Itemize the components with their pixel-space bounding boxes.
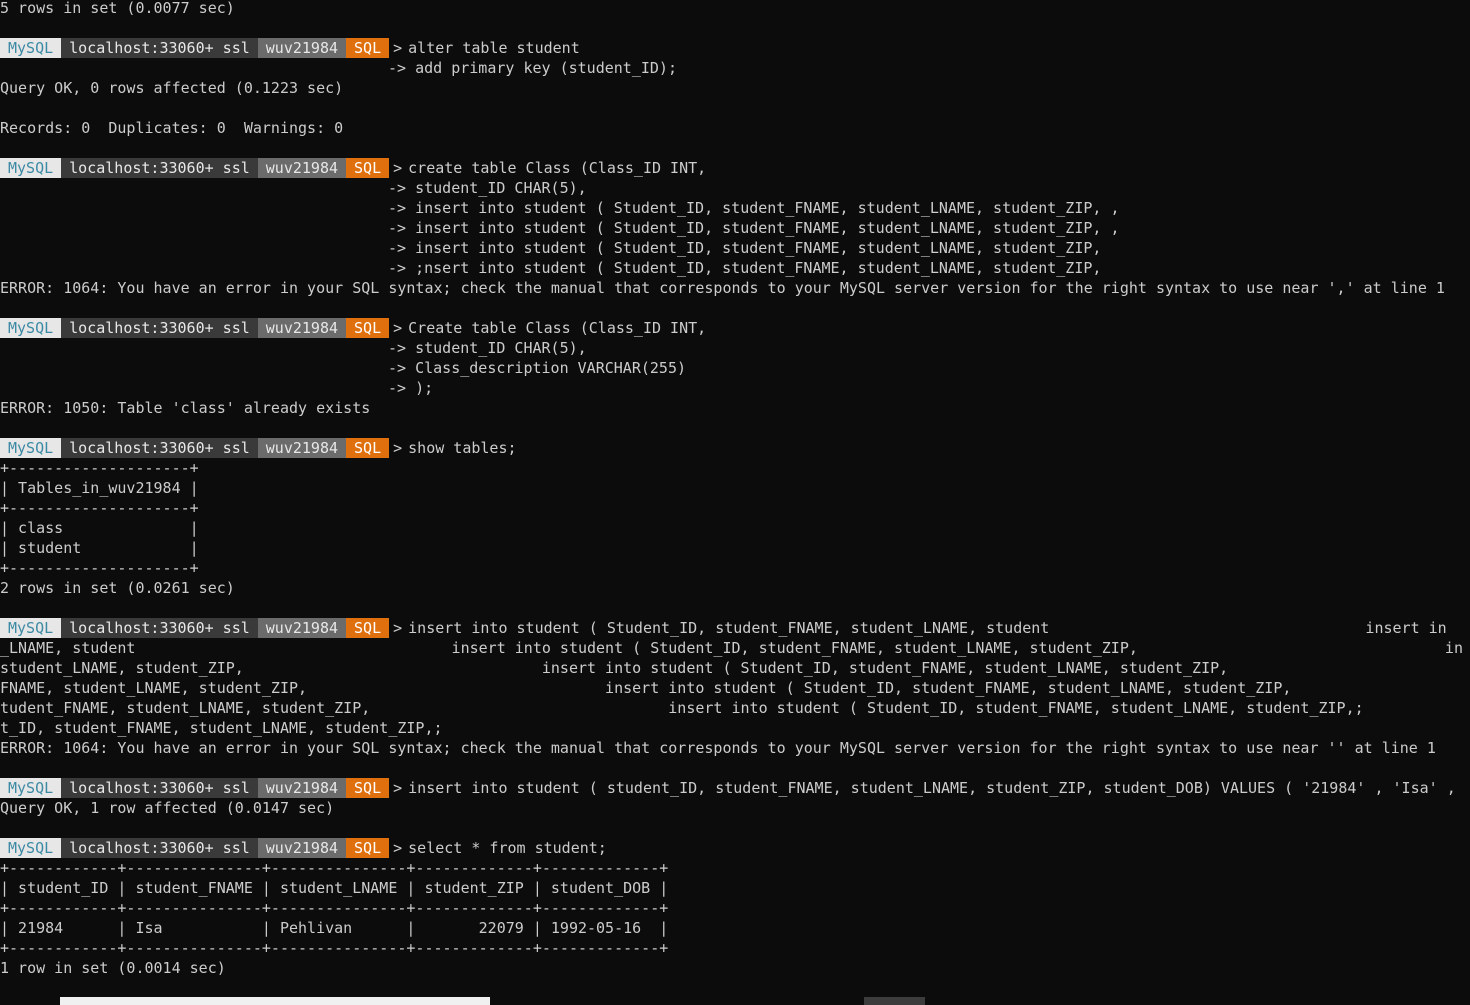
output-line: 2 rows in set (0.0261 sec) [0, 579, 235, 597]
prompt-line: MySQL localhost:33060+ ssl wuv21984 SQL > alt… [0, 38, 580, 58]
prompt-schema-segment: wuv21984 [257, 318, 347, 338]
output-line: FNAME, student_LNAME, student_ZIP, inser… [0, 679, 1292, 697]
prompt-mysql-segment: MySQL [0, 618, 62, 638]
prompt-mode-segment: SQL [346, 778, 390, 798]
prompt-line: MySQL localhost:33060+ ssl wuv21984 SQL > ins… [0, 778, 1456, 798]
continuation-text: -> Class_description VARCHAR(255) [388, 359, 687, 377]
prompt-arrow: > [393, 779, 403, 797]
prompt-schema-segment: wuv21984 [257, 618, 347, 638]
output-line: +------------+---------------+----------… [0, 899, 669, 917]
output-line: +------------+---------------+----------… [0, 859, 669, 877]
prompt-mysql-segment: MySQL [0, 158, 62, 178]
continuation-text: -> insert into student ( Student_ID, stu… [388, 199, 1120, 217]
prompt-line: MySQL localhost:33060+ ssl wuv21984 SQL > Cre… [0, 318, 706, 338]
output-line: +--------------------+ [0, 499, 199, 517]
prompt-line: MySQL localhost:33060+ ssl wuv21984 SQL > sho… [0, 438, 517, 458]
continuation-text: -> add primary key (student_ID); [388, 59, 677, 77]
output-line: 1 row in set (0.0014 sec) [0, 959, 226, 977]
continuation-text: -> ;nsert into student ( Student_ID, stu… [388, 259, 1102, 277]
output-line: | Tables_in_wuv21984 | [0, 479, 199, 497]
prompt-host-segment: localhost:33060+ ssl [61, 438, 258, 458]
prompt-mysql-segment: MySQL [0, 318, 62, 338]
output-line: | class | [0, 519, 199, 537]
prompt-schema-segment: wuv21984 [257, 778, 347, 798]
command-text: create table Class (Class_ID INT, [408, 159, 707, 177]
output-line: ERROR: 1064: You have an error in your S… [0, 279, 1445, 297]
prompt-schema-segment: wuv21984 [257, 158, 347, 178]
output-line: Records: 0 Duplicates: 0 Warnings: 0 [0, 119, 344, 137]
prompt-schema-segment: wuv21984 [257, 38, 347, 58]
prompt-mysql-segment: MySQL [0, 778, 62, 798]
continuation-text: -> ); [388, 379, 434, 397]
prompt-mysql-segment: MySQL [0, 838, 62, 858]
continuation-text: -> student_ID CHAR(5), [388, 339, 587, 357]
prompt-host-segment: localhost:33060+ ssl [61, 158, 258, 178]
continuation-text: -> insert into student ( Student_ID, stu… [388, 219, 1120, 237]
command-text: Create table Class (Class_ID INT, [408, 319, 707, 337]
output-line: ERROR: 1050: Table 'class' already exist… [0, 399, 371, 417]
continuation-text: -> insert into student ( Student_ID, stu… [388, 239, 1102, 257]
horizontal-scrollbar-track[interactable] [60, 997, 490, 1005]
prompt-schema-segment: wuv21984 [257, 438, 347, 458]
prompt-mode-segment: SQL [346, 158, 390, 178]
prompt-mode-segment: SQL [346, 618, 390, 638]
output-line: +--------------------+ [0, 559, 199, 577]
output-line: 5 rows in set (0.0077 sec) [0, 0, 235, 17]
command-text: select * from student; [408, 839, 607, 857]
command-text: insert into student ( student_ID, studen… [408, 779, 1456, 797]
prompt-line: MySQL localhost:33060+ ssl wuv21984 SQL > cre… [0, 158, 706, 178]
prompt-mysql-segment: MySQL [0, 438, 62, 458]
output-line: | student | [0, 539, 199, 557]
prompt-line: MySQL localhost:33060+ ssl wuv21984 SQL > ins… [0, 618, 1447, 638]
output-line: +------------+---------------+----------… [0, 939, 669, 957]
prompt-host-segment: localhost:33060+ ssl [61, 38, 258, 58]
output-line: _LNAME, student insert into student ( St… [0, 639, 1463, 657]
prompt-arrow: > [393, 439, 403, 457]
command-text: show tables; [408, 439, 517, 457]
output-line: | 21984 | Isa | Pehlivan | 22079 | 1992-… [0, 919, 669, 937]
prompt-line: MySQL localhost:33060+ ssl wuv21984 SQL > sel… [0, 838, 607, 858]
prompt-mode-segment: SQL [346, 38, 390, 58]
prompt-arrow: > [393, 319, 403, 337]
prompt-mode-segment: SQL [346, 838, 390, 858]
prompt-mysql-segment: MySQL [0, 38, 62, 58]
output-line: | student_ID | student_FNAME | student_L… [0, 879, 669, 897]
prompt-host-segment: localhost:33060+ ssl [61, 318, 258, 338]
prompt-host-segment: localhost:33060+ ssl [61, 618, 258, 638]
prompt-arrow: > [393, 839, 403, 857]
output-line: Query OK, 0 rows affected (0.1223 sec) [0, 79, 344, 97]
prompt-mode-segment: SQL [346, 438, 390, 458]
prompt-host-segment: localhost:33060+ ssl [61, 838, 258, 858]
output-line: tudent_FNAME, student_LNAME, student_ZIP… [0, 699, 1364, 717]
prompt-arrow: > [393, 619, 403, 637]
horizontal-scrollbar-thumb[interactable] [864, 997, 925, 1005]
output-line: Query OK, 1 row affected (0.0147 sec) [0, 799, 335, 817]
output-line: +--------------------+ [0, 459, 199, 477]
terminal-output[interactable]: 5 rows in set (0.0077 sec) MySQL localhost… [0, 0, 1470, 1005]
continuation-text: -> student_ID CHAR(5), [388, 179, 587, 197]
command-text: alter table student [408, 39, 580, 57]
output-line: ERROR: 1064: You have an error in your S… [0, 739, 1436, 757]
prompt-arrow: > [393, 39, 403, 57]
prompt-mode-segment: SQL [346, 318, 390, 338]
prompt-host-segment: localhost:33060+ ssl [61, 778, 258, 798]
output-line: student_LNAME, student_ZIP, insert into … [0, 659, 1229, 677]
output-line: t_ID, student_FNAME, student_LNAME, stud… [0, 719, 443, 737]
command-text: insert into student ( Student_ID, studen… [408, 619, 1447, 637]
prompt-arrow: > [393, 159, 403, 177]
prompt-schema-segment: wuv21984 [257, 838, 347, 858]
